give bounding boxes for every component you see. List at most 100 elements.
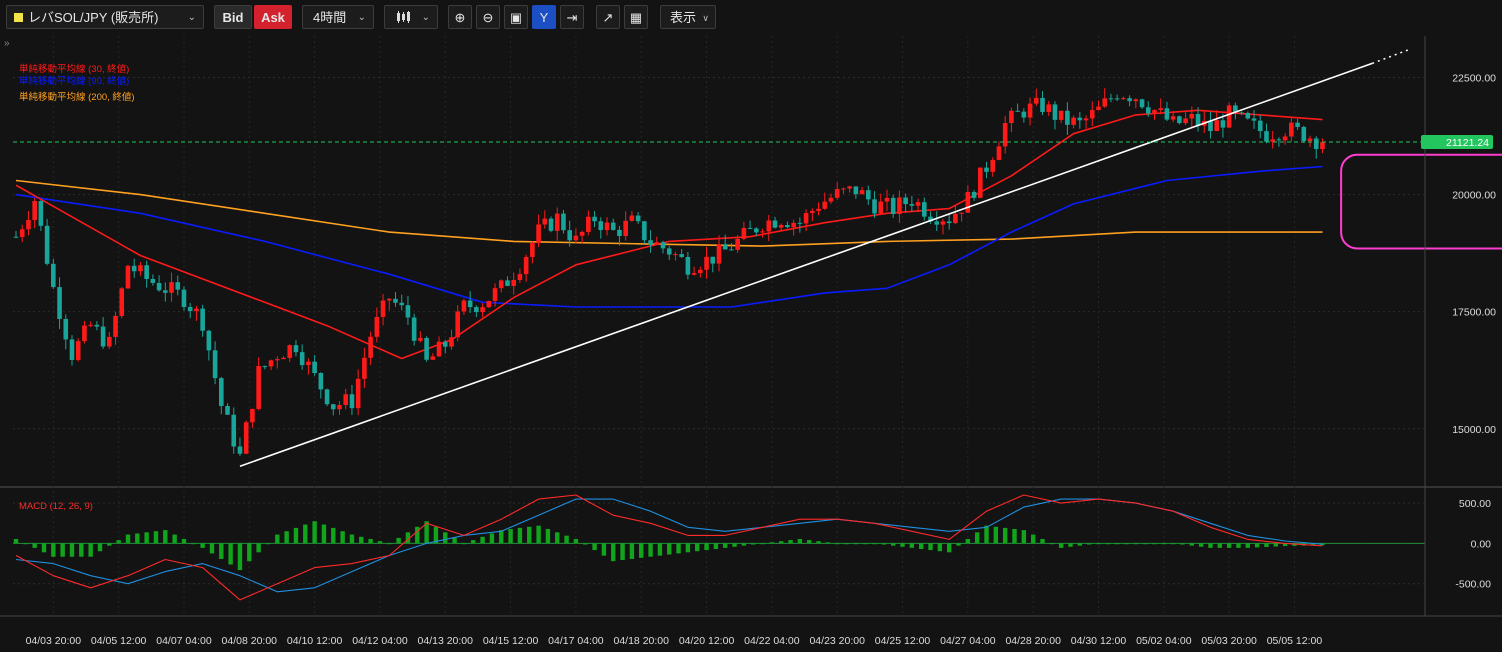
view-menu-button[interactable]: 表示 ∨ [660,5,716,29]
candle-body [250,408,255,423]
candle-body [1307,138,1313,142]
macd-histogram-bar [592,543,597,551]
candle-body [940,221,946,225]
macd-histogram-bar [629,543,635,559]
candle-body [673,254,678,256]
macd-histogram-bar [293,527,299,544]
zoom-out-icon[interactable]: ⊖ [476,5,500,29]
candle-body [461,300,467,312]
x-tick-label: 04/30 12:00 [1071,635,1127,647]
sma90-line [15,165,1323,308]
legend-sma30: 単純移動平均線 (30, 終値) [19,63,129,75]
candle-body [231,414,237,447]
candle-body [337,404,342,410]
macd-histogram-bar [713,543,719,549]
macd-histogram-bar [918,543,924,549]
macd-histogram-bar [993,526,999,544]
candle-body [1152,110,1157,114]
macd-histogram-bar [1208,543,1213,548]
candle-body [1065,110,1070,125]
candle-body [816,208,821,211]
add-indicator-icon[interactable]: ↗ [596,5,620,29]
x-tick-label: 04/05 12:00 [91,635,147,647]
x-axis: 04/03 20:00 04/05 12:00 04/07 04:00 04/08 2… [0,615,1502,647]
zoom-in-icon[interactable]: ⊕ [448,5,472,29]
candle-body [1313,138,1319,150]
candle-body [1257,120,1263,132]
candle-body [1270,139,1275,142]
macd-histogram-bar [443,532,448,544]
macd-histogram-bar [620,543,625,561]
candle-body [455,311,461,338]
candle-body [847,186,852,189]
y-axis: 22500.00 20000.00 17500.00 15000.00 500.00 0.… [1424,36,1496,616]
candle-body [324,389,330,405]
timeframe-selector[interactable]: 4時間 ⌄ [302,5,374,29]
candle-body [1208,120,1213,132]
macd-histogram-bar [135,533,140,544]
macd-histogram-bar [974,532,980,544]
candle-body [393,298,398,303]
scroll-to-end-icon[interactable]: ⇥ [560,5,584,29]
macd-histogram-bar [835,543,840,545]
highlight-box[interactable] [1340,153,1502,250]
macd-histogram-bar [704,543,709,551]
candle-body [113,315,118,337]
collapse-panel-icon[interactable]: » [4,38,10,49]
candle-body [915,202,921,206]
chart-type-selector[interactable]: ⌄ [384,5,438,29]
candle-body [194,308,199,312]
macd-histogram-bar [1226,543,1232,548]
candle-body [523,256,529,275]
macd-histogram-bar [359,536,364,544]
candle-body [990,159,996,172]
candle-body [953,213,958,224]
macd-histogram-bar [23,543,28,545]
candle-body [69,339,75,360]
candle-body [977,167,983,198]
candle-body [293,345,299,353]
chevron-down-icon: ⌄ [187,12,196,23]
candle-body [19,229,25,237]
y-tick-label: 17500.00 [1452,307,1496,319]
candle-body [349,394,355,409]
candle-body [32,201,37,221]
candle-body [418,337,423,341]
macd-histogram-bar [125,534,131,544]
ask-button[interactable]: Ask [254,5,292,29]
macd-histogram-bar [508,529,513,544]
symbol-selector[interactable]: レバSOL/JPY (販売所) ⌄ [6,5,204,29]
price-chart[interactable]: 22500.00 20000.00 17500.00 15000.00 500.00 0.… [0,36,1502,652]
fit-icon[interactable]: ▣ [504,5,528,29]
candle-body [573,235,579,241]
candle-body [1170,116,1176,120]
macd-histogram-bar [41,543,47,553]
y-axis-lock-icon[interactable]: Y [532,5,556,29]
candle-body [660,242,666,249]
macd-histogram-bar [1142,543,1148,545]
macd-histogram-bar [844,543,849,545]
candle-body [1089,110,1095,119]
macd-histogram-bar [965,538,971,544]
candle-body [225,405,230,415]
macd-histogram-bar [909,543,915,548]
x-tick-label: 05/05 12:00 [1267,635,1323,647]
bid-button[interactable]: Bid [214,5,252,29]
macd-histogram-bar [984,525,989,544]
candle-body [380,300,386,317]
x-tick-label: 04/22 04:00 [744,635,800,647]
trendline[interactable] [239,62,1373,468]
candle-body [312,361,317,373]
candle-body [274,359,280,361]
candle-body [362,357,367,379]
macd-histogram-bar [219,543,224,559]
macd-histogram-bar [881,543,887,545]
macd-histogram-bar [163,530,168,544]
screenshot-icon[interactable]: ▦ [624,5,648,29]
macd-histogram-bar [415,526,420,544]
candle-body [498,280,504,289]
macd-histogram-bar [200,543,205,548]
candle-body [1158,108,1164,111]
double-chevron-down-icon: ∨ [702,13,709,23]
current-price-value: 21121.24 [1446,137,1489,149]
